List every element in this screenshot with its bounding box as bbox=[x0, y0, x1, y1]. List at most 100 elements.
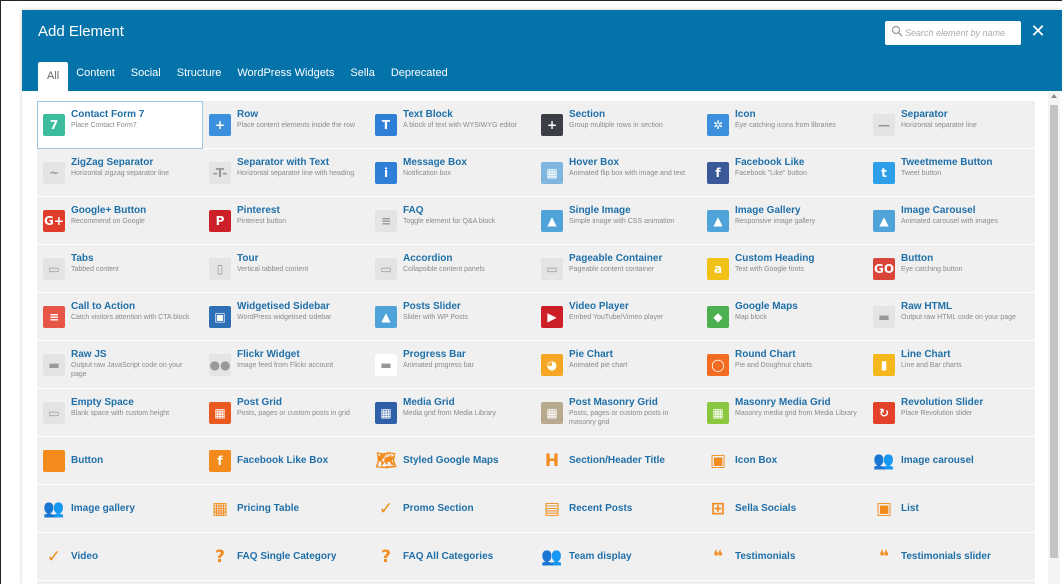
element-line-chart[interactable]: ▮ Line Chart Line and Bar charts bbox=[867, 341, 1033, 389]
post-masonry-grid-icon: ▦ bbox=[541, 402, 563, 424]
plus-square-icon: ⊞ bbox=[710, 499, 726, 519]
element-description: Notification box bbox=[403, 170, 451, 177]
element-raw-js[interactable]: ▬ Raw JS Output raw JavaScript code on you… bbox=[37, 341, 203, 389]
tab-social[interactable]: Social bbox=[123, 56, 169, 91]
element-name: Posts Slider bbox=[403, 301, 461, 312]
vertical-scrollbar[interactable] bbox=[1048, 91, 1060, 584]
element-zigzag-separator[interactable]: ~ ZigZag Separator Horizontal zigzag separ… bbox=[37, 149, 203, 197]
element-google-maps[interactable]: ◆ Google Maps Map block bbox=[701, 293, 867, 341]
element-video[interactable]: ✓ Video bbox=[37, 533, 203, 581]
element-name: Tour bbox=[237, 253, 259, 264]
element-sella-socials[interactable]: ⊞ Sella Socials bbox=[701, 485, 867, 533]
element-post-grid[interactable]: ▦ Post Grid Posts, pages or custom posts i… bbox=[203, 389, 369, 437]
element-posts-slider[interactable]: ▲ Posts Slider Slider with WP Posts bbox=[369, 293, 535, 341]
element-flickr-widget[interactable]: ●● Flickr Widget Image feed from Flickr ac… bbox=[203, 341, 369, 389]
element-section[interactable]: + Section Group multiple rows in section bbox=[535, 101, 701, 149]
element-pinterest[interactable]: P Pinterest Pinterest button bbox=[203, 197, 369, 245]
scrollbar-thumb[interactable] bbox=[1050, 105, 1058, 558]
element-post-masonry-grid[interactable]: ▦ Post Masonry Grid Posts, pages or custom… bbox=[535, 389, 701, 437]
tab-deprecated[interactable]: Deprecated bbox=[383, 56, 456, 91]
element-description: WordPress widgetised sidebar bbox=[237, 314, 332, 321]
search-box[interactable] bbox=[885, 21, 1021, 45]
element-row: Button f Facebook Like Box 🗺 Styled Google M… bbox=[37, 437, 1035, 485]
element-section-header-title[interactable]: H Section/Header Title bbox=[535, 437, 701, 485]
icon-element-icon: ✲ bbox=[707, 114, 729, 136]
element-pie-chart[interactable]: ◕ Pie Chart Animated pie chart bbox=[535, 341, 701, 389]
element-description: Toggle element for Q&A block bbox=[403, 218, 496, 225]
image-gallery-icon: ▲ bbox=[707, 210, 729, 232]
element-text-block[interactable]: T Text Block A block of text with WYSIWYG … bbox=[369, 101, 535, 149]
element-name: Tweetmeme Button bbox=[901, 157, 993, 168]
element-hover-box[interactable]: ▦ Hover Box Animated flip box with image a… bbox=[535, 149, 701, 197]
element-masonry-media-grid[interactable]: ▦ Masonry Media Grid Masonry media grid fr… bbox=[701, 389, 867, 437]
element-icon-box[interactable]: ▣ Icon Box bbox=[701, 437, 867, 485]
element-progress-bar[interactable]: ▬ Progress Bar Animated progress bar bbox=[369, 341, 535, 389]
element-button[interactable]: Button bbox=[37, 437, 203, 485]
element-media-grid[interactable]: ▦ Media Grid Media grid from Media Library bbox=[369, 389, 535, 437]
facebook-square-icon: f bbox=[209, 450, 231, 472]
element-faq-single-category[interactable]: ? FAQ Single Category bbox=[203, 533, 369, 581]
element-contact-form-7[interactable]: 7 Contact Form 7 Place Contact Form7 bbox=[37, 101, 203, 149]
element-custom-heading[interactable]: a Custom Heading Text with Google fonts bbox=[701, 245, 867, 293]
element-round-chart[interactable]: ◯ Round Chart Pie and Doughnut charts bbox=[701, 341, 867, 389]
element-description: Pinterest button bbox=[237, 218, 287, 225]
element-button[interactable]: GO Button Eye catching button bbox=[867, 245, 1033, 293]
element-message-box[interactable]: i Message Box Notification box bbox=[369, 149, 535, 197]
element-recent-posts[interactable]: ▤ Recent Posts bbox=[535, 485, 701, 533]
element-video-player[interactable]: ▶ Video Player Embed YouTube/Vimeo player bbox=[535, 293, 701, 341]
element-single-image[interactable]: ▲ Single Image Simple image with CSS anima… bbox=[535, 197, 701, 245]
element-faq-all-categories[interactable]: ? FAQ All Categories bbox=[369, 533, 535, 581]
tab-wordpress-widgets[interactable]: WordPress Widgets bbox=[229, 56, 342, 91]
element-separator[interactable]: — Separator Horizontal separator line bbox=[867, 101, 1033, 149]
element-faq[interactable]: ≡ FAQ Toggle element for Q&A block bbox=[369, 197, 535, 245]
google-maps-icon: ◆ bbox=[707, 306, 729, 328]
element-team-display[interactable]: 👥 Team display bbox=[535, 533, 701, 581]
scroll-up-arrow-icon[interactable] bbox=[1051, 94, 1057, 98]
element-tour[interactable]: ▯ Tour Vertical tabbed content bbox=[203, 245, 369, 293]
element-row[interactable]: + Row Place content elements inside the ro… bbox=[203, 101, 369, 149]
element-image-carousel[interactable]: ▲ Image Carousel Animated carousel with im… bbox=[867, 197, 1033, 245]
element-description: Place content elements inside the row bbox=[237, 122, 355, 129]
element-styled-google-maps[interactable]: 🗺 Styled Google Maps bbox=[369, 437, 535, 485]
element-image-carousel[interactable]: 👥 Image carousel bbox=[867, 437, 1033, 485]
element-name: Contact Form 7 bbox=[71, 109, 145, 120]
element-description: Line and Bar charts bbox=[901, 362, 962, 369]
element-google-button[interactable]: G+ Google+ Button Recommend on Google bbox=[37, 197, 203, 245]
close-icon[interactable]: ✕ bbox=[1028, 20, 1048, 42]
google-plus-icon: G+ bbox=[43, 210, 65, 232]
element-empty-space[interactable]: ▭ Empty Space Blank space with custom heig… bbox=[37, 389, 203, 437]
element-list[interactable]: ▣ List bbox=[867, 485, 1033, 533]
tab-all[interactable]: All bbox=[38, 62, 69, 91]
masonry-media-grid-icon: ▦ bbox=[707, 402, 729, 424]
element-facebook-like[interactable]: f Facebook Like Facebook "Like" button bbox=[701, 149, 867, 197]
quote-icon: ❝ bbox=[713, 547, 723, 567]
element-pricing-table[interactable]: ▦ Pricing Table bbox=[203, 485, 369, 533]
check-circle-icon: ✓ bbox=[378, 499, 394, 519]
post-grid-icon: ▦ bbox=[209, 402, 231, 424]
element-icon[interactable]: ✲ Icon Eye catching icons from libraries bbox=[701, 101, 867, 149]
tab-content[interactable]: Content bbox=[68, 56, 123, 91]
element-image-gallery[interactable]: ▲ Image Gallery Responsive image gallery bbox=[701, 197, 867, 245]
element-testimonials-slider[interactable]: ❝ Testimonials slider bbox=[867, 533, 1033, 581]
element-testimonials[interactable]: ❝ Testimonials bbox=[701, 533, 867, 581]
element-description: Place Contact Form7 bbox=[71, 122, 137, 129]
element-promo-section[interactable]: ✓ Promo Section bbox=[369, 485, 535, 533]
element-name: Single Image bbox=[569, 205, 631, 216]
element-accordion[interactable]: ▭ Accordion Collapsible content panels bbox=[369, 245, 535, 293]
element-image-gallery[interactable]: 👥 Image gallery bbox=[37, 485, 203, 533]
element-tabs[interactable]: ▭ Tabs Tabbed content bbox=[37, 245, 203, 293]
element-revolution-slider[interactable]: ↻ Revolution Slider Place Revolution slide… bbox=[867, 389, 1033, 437]
element-facebook-like-box[interactable]: f Facebook Like Box bbox=[203, 437, 369, 485]
element-description: Catch visitors attention with CTA block bbox=[71, 314, 190, 321]
element-widgetised-sidebar[interactable]: ▣ Widgetised Sidebar WordPress widgetised … bbox=[203, 293, 369, 341]
element-separator-with-text[interactable]: -T- Separator with Text Horizontal separat… bbox=[203, 149, 369, 197]
tab-sella[interactable]: Sella bbox=[342, 56, 382, 91]
element-call-to-action[interactable]: ≡ Call to Action Catch visitors attention … bbox=[37, 293, 203, 341]
element-tweetmeme-button[interactable]: t Tweetmeme Button Tweet button bbox=[867, 149, 1033, 197]
element-pageable-container[interactable]: ▭ Pageable Container Pageable content cont… bbox=[535, 245, 701, 293]
element-description: Horizontal separator line bbox=[901, 122, 977, 129]
search-input[interactable] bbox=[905, 24, 1017, 42]
element-raw-html[interactable]: ▬ Raw HTML Output raw HTML code on your pa… bbox=[867, 293, 1033, 341]
element-description: Output raw HTML code on your page bbox=[901, 314, 1016, 321]
tab-structure[interactable]: Structure bbox=[169, 56, 230, 91]
